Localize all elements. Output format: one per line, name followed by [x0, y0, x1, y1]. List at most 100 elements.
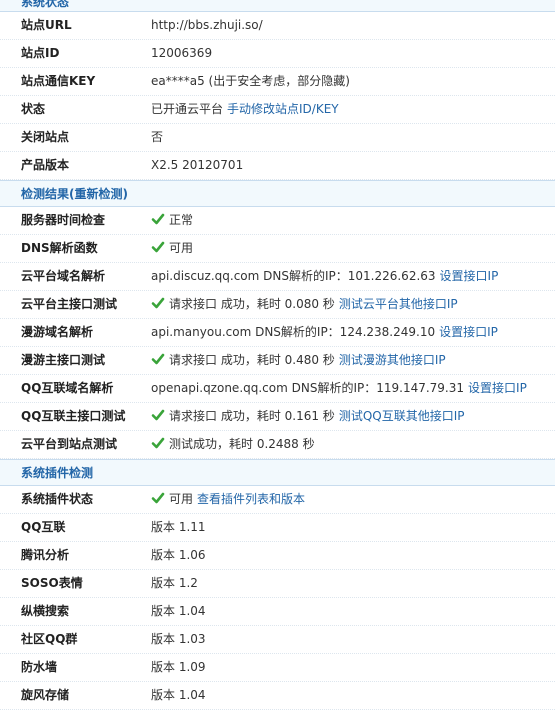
- row-value-text: 请求接口 成功，耗时 0.161 秒: [169, 409, 335, 423]
- row-label: 站点通信KEY: [21, 74, 96, 88]
- row-value: 版本 1.04: [151, 598, 555, 625]
- row-value-text: 可用: [169, 241, 194, 255]
- section-header: 系统状态: [0, 0, 555, 12]
- row-action-link[interactable]: 设置接口IP: [440, 269, 499, 283]
- row-value: 请求接口 成功，耗时 0.080 秒测试云平台其他接口IP: [151, 291, 555, 318]
- cloud-status-panel: 系统状态站点URL http://bbs.zhuji.so/站点ID 1200636…: [0, 0, 555, 710]
- status-row: 系统插件状态 可用 查看插件列表和版本: [0, 486, 555, 514]
- status-row: 站点ID 12006369: [0, 40, 555, 68]
- row-value: 版本 1.06: [151, 542, 555, 569]
- check-icon: [151, 433, 165, 449]
- row-value: api.discuz.qq.com DNS解析的IP：101.226.62.63…: [151, 263, 555, 290]
- status-row: DNS解析函数 可用: [0, 235, 555, 263]
- row-action-link[interactable]: 设置接口IP: [468, 381, 527, 395]
- status-row: 防水墙 版本 1.09: [0, 654, 555, 682]
- status-row: 站点URL http://bbs.zhuji.so/: [0, 12, 555, 40]
- status-row: 云平台域名解析 api.discuz.qq.com DNS解析的IP：101.22…: [0, 263, 555, 291]
- row-label: 站点URL: [21, 18, 72, 32]
- status-row: 云平台到站点测试 测试成功，耗时 0.2488 秒: [0, 431, 555, 459]
- row-label: QQ互联主接口测试: [21, 409, 126, 423]
- row-value: api.manyou.com DNS解析的IP：124.238.249.10 设置…: [151, 319, 555, 346]
- section-title: 系统插件检测: [21, 466, 94, 480]
- check-icon: [151, 349, 165, 365]
- check-icon: [151, 237, 165, 253]
- row-label: 漫游域名解析: [21, 325, 94, 339]
- row-action-link[interactable]: 测试漫游其他接口IP: [339, 353, 446, 367]
- row-value-text: 请求接口 成功，耗时 0.480 秒: [169, 353, 335, 367]
- row-value-text: openapi.qzone.qq.com DNS解析的IP：119.147.79…: [151, 381, 465, 395]
- row-value-text: 正常: [169, 213, 194, 227]
- row-value-text: 可用: [169, 492, 194, 506]
- status-row: 漫游域名解析 api.manyou.com DNS解析的IP：124.238.24…: [0, 319, 555, 347]
- row-value-text: 版本 1.11: [151, 520, 206, 534]
- status-row: QQ互联 版本 1.11: [0, 514, 555, 542]
- section-title: 检测结果(重新检测): [21, 187, 128, 201]
- row-action-link[interactable]: 测试QQ互联其他接口IP: [339, 409, 465, 423]
- status-row: 旋风存储 版本 1.04: [0, 682, 555, 710]
- row-label: 产品版本: [21, 158, 70, 172]
- section-title: 系统状态: [21, 0, 70, 9]
- row-value-text: 版本 1.06: [151, 548, 206, 562]
- row-label: 社区QQ群: [21, 632, 78, 646]
- check-icon: [151, 209, 165, 225]
- row-value: 版本 1.09: [151, 654, 555, 681]
- row-value: 可用: [151, 235, 555, 262]
- row-label: 服务器时间检查: [21, 213, 106, 227]
- row-value-text: X2.5 20120701: [151, 158, 244, 172]
- check-icon: [151, 405, 165, 421]
- check-icon: [151, 293, 165, 309]
- row-value-text: 请求接口 成功，耗时 0.080 秒: [169, 297, 335, 311]
- row-value-text: 12006369: [151, 46, 213, 60]
- row-label: 状态: [21, 102, 46, 116]
- row-value: 版本 1.11: [151, 514, 555, 541]
- section-header: 系统插件检测: [0, 459, 555, 486]
- row-value-text: 版本 1.04: [151, 688, 206, 702]
- row-value: 可用 查看插件列表和版本: [151, 486, 555, 513]
- row-value: http://bbs.zhuji.so/: [151, 12, 555, 39]
- row-value-text: 已开通云平台: [151, 102, 224, 116]
- row-value: 12006369: [151, 40, 555, 67]
- row-value: 版本 1.03: [151, 626, 555, 653]
- row-label: 关闭站点: [21, 130, 70, 144]
- status-row: 站点通信KEY ea****a5 (出于安全考虑，部分隐藏): [0, 68, 555, 96]
- status-row: 产品版本 X2.5 20120701: [0, 152, 555, 180]
- row-value-text: api.manyou.com DNS解析的IP：124.238.249.10: [151, 325, 436, 339]
- row-label: 旋风存储: [21, 688, 70, 702]
- row-value: ea****a5 (出于安全考虑，部分隐藏): [151, 68, 555, 95]
- row-label: 云平台主接口测试: [21, 297, 118, 311]
- row-action-link[interactable]: 查看插件列表和版本: [197, 492, 305, 506]
- status-row: 社区QQ群 版本 1.03: [0, 626, 555, 654]
- status-row: 状态 已开通云平台 手动修改站点ID/KEY: [0, 96, 555, 124]
- row-value-text: ea****a5 (出于安全考虑，部分隐藏): [151, 74, 350, 88]
- status-row: 服务器时间检查 正常: [0, 207, 555, 235]
- row-value: 正常: [151, 207, 555, 234]
- status-row: 云平台主接口测试 请求接口 成功，耗时 0.080 秒测试云平台其他接口IP: [0, 291, 555, 319]
- status-row: 关闭站点 否: [0, 124, 555, 152]
- row-action-link[interactable]: 设置接口IP: [439, 325, 498, 339]
- row-label: 纵横搜索: [21, 604, 70, 618]
- status-row: QQ互联主接口测试 请求接口 成功，耗时 0.161 秒测试QQ互联其他接口IP: [0, 403, 555, 431]
- row-value-text: 版本 1.03: [151, 632, 206, 646]
- row-value: 请求接口 成功，耗时 0.161 秒测试QQ互联其他接口IP: [151, 403, 555, 430]
- status-row: QQ互联域名解析 openapi.qzone.qq.com DNS解析的IP：11…: [0, 375, 555, 403]
- section-header[interactable]: 检测结果(重新检测): [0, 180, 555, 207]
- row-label: QQ互联域名解析: [21, 381, 114, 395]
- check-icon: [151, 488, 165, 504]
- row-label: 云平台域名解析: [21, 269, 106, 283]
- row-value: 否: [151, 124, 555, 151]
- row-value-text: api.discuz.qq.com DNS解析的IP：101.226.62.63: [151, 269, 436, 283]
- row-value-text: 否: [151, 130, 164, 144]
- status-row: SOSO表情 版本 1.2: [0, 570, 555, 598]
- row-value-text: http://bbs.zhuji.so/: [151, 18, 263, 32]
- row-value-text: 版本 1.04: [151, 604, 206, 618]
- row-value: openapi.qzone.qq.com DNS解析的IP：119.147.79…: [151, 375, 555, 402]
- row-value-text: 版本 1.09: [151, 660, 206, 674]
- row-action-link[interactable]: 手动修改站点ID/KEY: [227, 102, 339, 116]
- row-label: 站点ID: [21, 46, 60, 60]
- row-label: SOSO表情: [21, 576, 83, 590]
- row-value: 版本 1.2: [151, 570, 555, 597]
- row-value: 请求接口 成功，耗时 0.480 秒测试漫游其他接口IP: [151, 347, 555, 374]
- row-action-link[interactable]: 测试云平台其他接口IP: [339, 297, 458, 311]
- row-value-text: 版本 1.2: [151, 576, 198, 590]
- row-label: 系统插件状态: [21, 492, 94, 506]
